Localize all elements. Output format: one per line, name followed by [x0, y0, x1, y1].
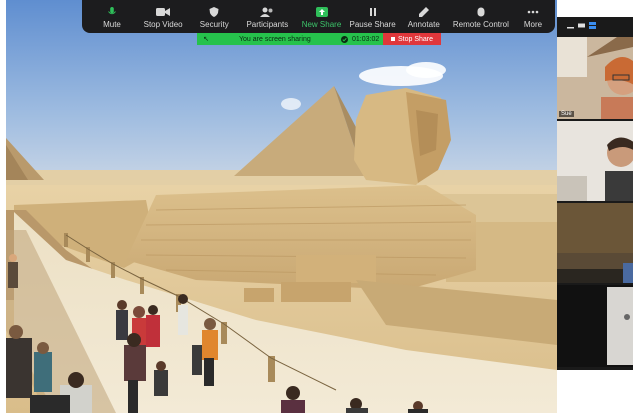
participant-tile[interactable]: Sue [557, 37, 633, 119]
annotate-label: Annotate [407, 20, 440, 29]
screen-sharing-banner: ↖ You are screen sharing 01:03:02 Stop S… [197, 33, 441, 45]
remote-control-label: Remote Control [452, 20, 509, 29]
more-button[interactable]: More [515, 0, 551, 33]
participants-icon [260, 7, 273, 17]
remote-control-button[interactable]: Remote Control [450, 0, 512, 33]
pause-icon [369, 8, 376, 16]
participant-tile[interactable] [557, 203, 633, 283]
participant-video [557, 37, 633, 119]
more-label: More [523, 20, 543, 29]
zoom-meeting-window: Mute Stop Video Security Participants Ne… [0, 0, 633, 413]
mute-label: Mute [103, 20, 121, 29]
shield-icon [209, 7, 219, 17]
mouse-icon [477, 7, 485, 17]
participant-video [557, 203, 633, 283]
ellipsis-icon [527, 10, 539, 14]
security-button[interactable]: Security [192, 0, 236, 33]
pause-share-button[interactable]: Pause Share [348, 0, 398, 33]
stop-video-label: Stop Video [143, 20, 183, 29]
minimize-icon[interactable] [567, 22, 574, 29]
participant-tile[interactable] [557, 285, 633, 367]
participant-name: Sue [559, 111, 574, 117]
microphone-icon [108, 7, 116, 15]
participant-video-panel: Sue [557, 17, 633, 370]
participants-button[interactable]: Participants [239, 0, 295, 33]
mute-button[interactable]: Mute [90, 0, 134, 33]
sharing-status-text: You are screen sharing [239, 35, 311, 43]
share-screen-icon [315, 7, 328, 17]
participant-video [557, 121, 633, 201]
security-label: Security [199, 20, 229, 29]
sphinx-photo [6, 0, 557, 413]
share-timer-text: 01:03:02 [352, 35, 380, 43]
shield-check-icon [341, 35, 348, 43]
pencil-icon [418, 7, 429, 17]
annotate-button[interactable]: Annotate [401, 0, 447, 33]
new-share-label: New Share [301, 20, 342, 29]
pin-icon[interactable]: ↖ [201, 35, 211, 43]
gallery-view-icon[interactable] [589, 21, 596, 29]
stop-icon [390, 37, 395, 41]
stop-share-label: Stop Share [397, 35, 434, 43]
participant-video [557, 285, 633, 367]
shared-screen-content [6, 0, 557, 413]
share-timer: 01:03:02 [341, 35, 380, 43]
participant-tile[interactable] [557, 121, 633, 201]
meeting-toolbar: Mute Stop Video Security Participants Ne… [82, 0, 555, 33]
pause-share-label: Pause Share [349, 20, 396, 29]
video-panel-header [557, 17, 633, 33]
new-share-button[interactable]: New Share [299, 0, 345, 33]
thumbnail-view-icon[interactable] [578, 22, 585, 29]
participants-label: Participants [246, 20, 289, 29]
stop-share-button[interactable]: Stop Share [383, 33, 441, 45]
video-camera-icon [156, 8, 171, 16]
stop-video-button[interactable]: Stop Video [137, 0, 189, 33]
